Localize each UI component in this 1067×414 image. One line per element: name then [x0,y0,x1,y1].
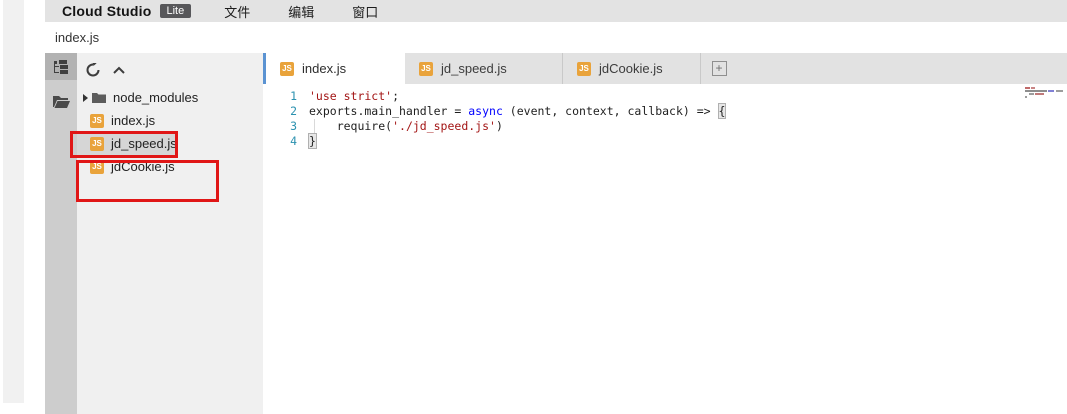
code-line: require('./jd_speed.js') [309,119,1067,134]
js-file-icon: JS [90,114,104,128]
menu-file[interactable]: 文件 [224,2,250,21]
code-line: 'use strict'; [309,89,1067,104]
tab-bar: JS index.js JS jd_speed.js JS jdCookie.j… [263,53,1067,84]
js-file-icon: JS [577,62,591,76]
cloud-studio-window: Cloud Studio Lite 文件 编辑 窗口 index.js [45,0,1067,414]
folder-open-icon[interactable] [45,88,77,115]
editor-area: JS index.js JS jd_speed.js JS jdCookie.j… [263,53,1067,414]
activity-bar [45,53,77,414]
code-lines: 'use strict';exports.main_handler = asyn… [309,89,1067,149]
collapse-all-icon[interactable] [111,62,127,78]
outline-tree-icon[interactable] [45,53,77,80]
breadcrumb: index.js [55,30,99,45]
menu-edit[interactable]: 编辑 [288,2,314,21]
minimap[interactable] [1025,87,1065,103]
tab-index-js[interactable]: JS index.js [263,53,405,84]
code-line: exports.main_handler = async (event, con… [309,104,1067,119]
tab-label: index.js [302,61,346,76]
main-content: node_modules JS index.js JS jd_speed.js … [45,53,1067,414]
folder-icon [92,92,106,103]
tab-label: jd_speed.js [441,61,507,76]
code-editor[interactable]: 1234 'use strict';exports.main_handler =… [263,84,1067,414]
line-number: 4 [263,134,297,149]
screen: Cloud Studio Lite 文件 编辑 窗口 index.js [0,0,1067,414]
js-file-icon: JS [419,62,433,76]
breadcrumb-bar: index.js [45,22,1067,53]
tab-jdcookie-js[interactable]: JS jdCookie.js [563,53,701,84]
tree-item-node-modules[interactable]: node_modules [77,86,263,109]
lite-badge: Lite [160,4,192,18]
js-file-icon: JS [90,160,104,174]
js-file-icon: JS [280,62,294,76]
tree-item-jdcookie-js[interactable]: JS jdCookie.js [77,155,263,178]
tab-label: jdCookie.js [599,61,663,76]
line-number: 2 [263,104,297,119]
tree-item-label: jdCookie.js [111,159,175,174]
menu-window[interactable]: 窗口 [352,2,378,21]
explorer-toolbar [77,53,263,86]
tree-item-label: jd_speed.js [111,136,177,151]
file-explorer: node_modules JS index.js JS jd_speed.js … [77,53,263,414]
app-logo: Cloud Studio [62,3,152,19]
tab-jd-speed-js[interactable]: JS jd_speed.js [405,53,563,84]
js-file-icon: JS [90,137,104,151]
tree-item-jd-speed-js[interactable]: JS jd_speed.js [77,132,175,155]
line-number: 3 [263,119,297,134]
plus-icon: + [712,61,727,76]
line-number: 1 [263,89,297,104]
new-tab-button[interactable]: + [701,53,737,84]
caret-right-icon [83,94,88,102]
gutter: 1234 [263,89,297,149]
code-line: } [309,134,1067,149]
left-gutter-strip [3,0,24,403]
menu-bar: Cloud Studio Lite 文件 编辑 窗口 [45,0,1067,22]
indent-guide [314,119,315,134]
tree-item-label: node_modules [113,90,198,105]
refresh-icon[interactable] [85,62,101,78]
tree-item-label: index.js [111,113,155,128]
tree-item-index-js[interactable]: JS index.js [77,109,263,132]
